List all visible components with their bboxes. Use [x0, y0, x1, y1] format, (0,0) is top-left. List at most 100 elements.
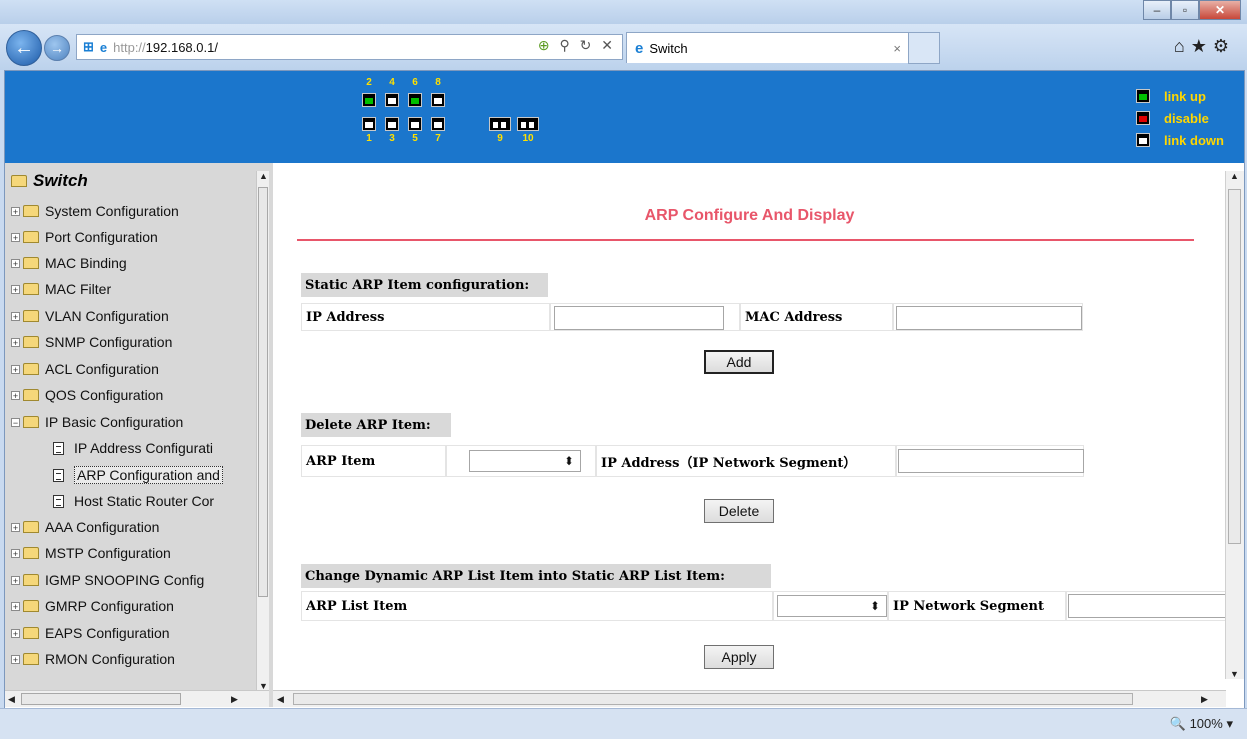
- new-tab-button[interactable]: [908, 32, 940, 64]
- tree-item-acl-configuration[interactable]: + ACL Configuration: [11, 361, 159, 377]
- port-5-link-down-icon[interactable]: [408, 117, 422, 131]
- scroll-thumb[interactable]: [21, 693, 181, 705]
- folder-icon: [23, 363, 39, 375]
- tree-item-port-configuration[interactable]: + Port Configuration: [11, 229, 158, 245]
- zoom-control[interactable]: 🔍 100% ▾: [1170, 716, 1233, 732]
- tree-item-mac-binding[interactable]: + MAC Binding: [11, 255, 127, 271]
- tree-item-eaps-configuration[interactable]: + EAPS Configuration: [11, 625, 170, 641]
- tab-close-icon[interactable]: ×: [893, 41, 901, 56]
- expand-icon[interactable]: +: [11, 258, 20, 268]
- collapse-icon[interactable]: −: [11, 417, 20, 427]
- favorites-icon[interactable]: ★: [1191, 36, 1213, 56]
- tree-item-gmrp-configuration[interactable]: + GMRP Configuration: [11, 598, 174, 614]
- scroll-left-icon[interactable]: ◀: [8, 694, 15, 705]
- close-icon[interactable]: ✕: [1199, 0, 1241, 20]
- back-button[interactable]: ←: [6, 30, 42, 66]
- expand-icon[interactable]: +: [11, 206, 20, 216]
- compat-icon[interactable]: ⊕: [538, 37, 553, 53]
- minimize-icon[interactable]: –: [1143, 0, 1171, 20]
- expand-icon[interactable]: +: [11, 311, 20, 321]
- browser-tab[interactable]: e Switch ×: [626, 32, 910, 63]
- url-host: 192.168.0.1/: [145, 39, 218, 55]
- ip-segment-input[interactable]: [898, 449, 1084, 473]
- scroll-thumb[interactable]: [293, 693, 1133, 705]
- forward-button[interactable]: →: [44, 35, 70, 61]
- ip-network-segment-input[interactable]: [1068, 594, 1226, 618]
- port-7-link-down-icon[interactable]: [431, 117, 445, 131]
- change-arp-heading: Change Dynamic ARP List Item into Static…: [301, 564, 771, 588]
- stop-icon[interactable]: ✕: [601, 37, 616, 53]
- search-icon[interactable]: ⚲: [559, 37, 572, 53]
- expand-icon[interactable]: +: [11, 284, 20, 294]
- tree-item-rmon-configuration[interactable]: + RMON Configuration: [11, 651, 175, 667]
- scroll-up-icon[interactable]: ▲: [1230, 171, 1239, 181]
- scroll-right-icon[interactable]: ▶: [1201, 694, 1208, 705]
- zoom-dropdown-icon[interactable]: ▾: [1226, 716, 1233, 731]
- port-8-link-down-icon[interactable]: [431, 93, 445, 107]
- tree-root[interactable]: Switch: [11, 171, 88, 191]
- main-horizontal-scrollbar[interactable]: ◀ ▶: [273, 690, 1226, 707]
- tree-item-ip-basic-configuration[interactable]: − IP Basic Configuration: [11, 414, 183, 430]
- navigation-tree: Switch + System Configuration + Port Confi…: [5, 163, 274, 707]
- tree-subitem-label: ARP Configuration and: [74, 466, 223, 484]
- address-bar[interactable]: ⊞ e http://192.168.0.1/ ⊕ ⚲ ↻ ✕: [76, 34, 623, 60]
- gear-icon[interactable]: ⚙: [1213, 36, 1235, 56]
- scroll-thumb[interactable]: [258, 187, 268, 597]
- arp-item-select[interactable]: ⬍: [469, 450, 581, 472]
- main-vertical-scrollbar[interactable]: ▲ ▼: [1225, 171, 1244, 679]
- scroll-right-icon[interactable]: ▶: [231, 694, 238, 705]
- tree-vertical-scrollbar[interactable]: ▲ ▼: [256, 171, 269, 691]
- tree-item-label: MAC Binding: [45, 255, 127, 271]
- ip-address-label: IP Address: [301, 303, 550, 331]
- expand-icon[interactable]: +: [11, 628, 20, 638]
- tree-item-qos-configuration[interactable]: + QOS Configuration: [11, 387, 163, 403]
- home-icon[interactable]: ⌂: [1174, 36, 1191, 56]
- tree-subitem-arp-configuration[interactable]: ARP Configuration and: [53, 466, 223, 484]
- expand-icon[interactable]: +: [11, 575, 20, 585]
- add-button[interactable]: Add: [704, 350, 774, 374]
- tree-item-igmp-snooping[interactable]: + IGMP SNOOPING Config: [11, 572, 204, 588]
- tree-item-system-configuration[interactable]: + System Configuration: [11, 203, 179, 219]
- ip-address-input[interactable]: [554, 306, 724, 330]
- folder-icon: [23, 205, 39, 217]
- port-3-link-down-icon[interactable]: [385, 117, 399, 131]
- port-4-link-down-icon[interactable]: [385, 93, 399, 107]
- port-6-link-up-icon[interactable]: [408, 93, 422, 107]
- port-1-link-down-icon[interactable]: [362, 117, 376, 131]
- tree-item-mstp-configuration[interactable]: + MSTP Configuration: [11, 545, 171, 561]
- scroll-thumb[interactable]: [1228, 189, 1241, 544]
- tree-item-vlan-configuration[interactable]: + VLAN Configuration: [11, 308, 169, 324]
- arp-list-item-select[interactable]: ⬍: [777, 595, 887, 617]
- tree-item-mac-filter[interactable]: + MAC Filter: [11, 281, 111, 297]
- scroll-down-icon[interactable]: ▼: [1230, 669, 1239, 679]
- tree-item-aaa-configuration[interactable]: + AAA Configuration: [11, 519, 159, 535]
- expand-icon[interactable]: +: [11, 390, 20, 400]
- expand-icon[interactable]: +: [11, 654, 20, 664]
- mac-address-label: MAC Address: [740, 303, 893, 331]
- delete-button[interactable]: Delete: [704, 499, 774, 523]
- tree-subitem-ip-address-configuration[interactable]: IP Address Configurati: [53, 440, 213, 456]
- tree-subitem-host-static-router[interactable]: Host Static Router Cor: [53, 493, 214, 509]
- expand-icon[interactable]: +: [11, 601, 20, 611]
- refresh-icon[interactable]: ↻: [580, 37, 595, 53]
- mac-address-input[interactable]: [896, 306, 1082, 330]
- expand-icon[interactable]: +: [11, 337, 20, 347]
- folder-icon: [23, 310, 39, 322]
- port-number: 4: [389, 77, 395, 88]
- expand-icon[interactable]: +: [11, 364, 20, 374]
- arp-item-label: ARP Item: [301, 445, 446, 477]
- apply-button[interactable]: Apply: [704, 645, 774, 669]
- scroll-up-icon[interactable]: ▲: [259, 171, 268, 181]
- expand-icon[interactable]: +: [11, 548, 20, 558]
- expand-icon[interactable]: +: [11, 232, 20, 242]
- port-2-link-up-icon[interactable]: [362, 93, 376, 107]
- scroll-left-icon[interactable]: ◀: [277, 694, 284, 705]
- expand-icon[interactable]: +: [11, 522, 20, 532]
- tree-item-snmp-configuration[interactable]: + SNMP Configuration: [11, 334, 172, 350]
- arp-list-item-label: ARP List Item: [301, 591, 773, 621]
- maximize-icon[interactable]: ▫: [1171, 0, 1199, 20]
- port-10-fiber-icon[interactable]: [517, 117, 539, 131]
- port-number: 3: [389, 133, 395, 144]
- port-9-fiber-icon[interactable]: [489, 117, 511, 131]
- tree-horizontal-scrollbar[interactable]: ◀ ▶: [5, 690, 269, 707]
